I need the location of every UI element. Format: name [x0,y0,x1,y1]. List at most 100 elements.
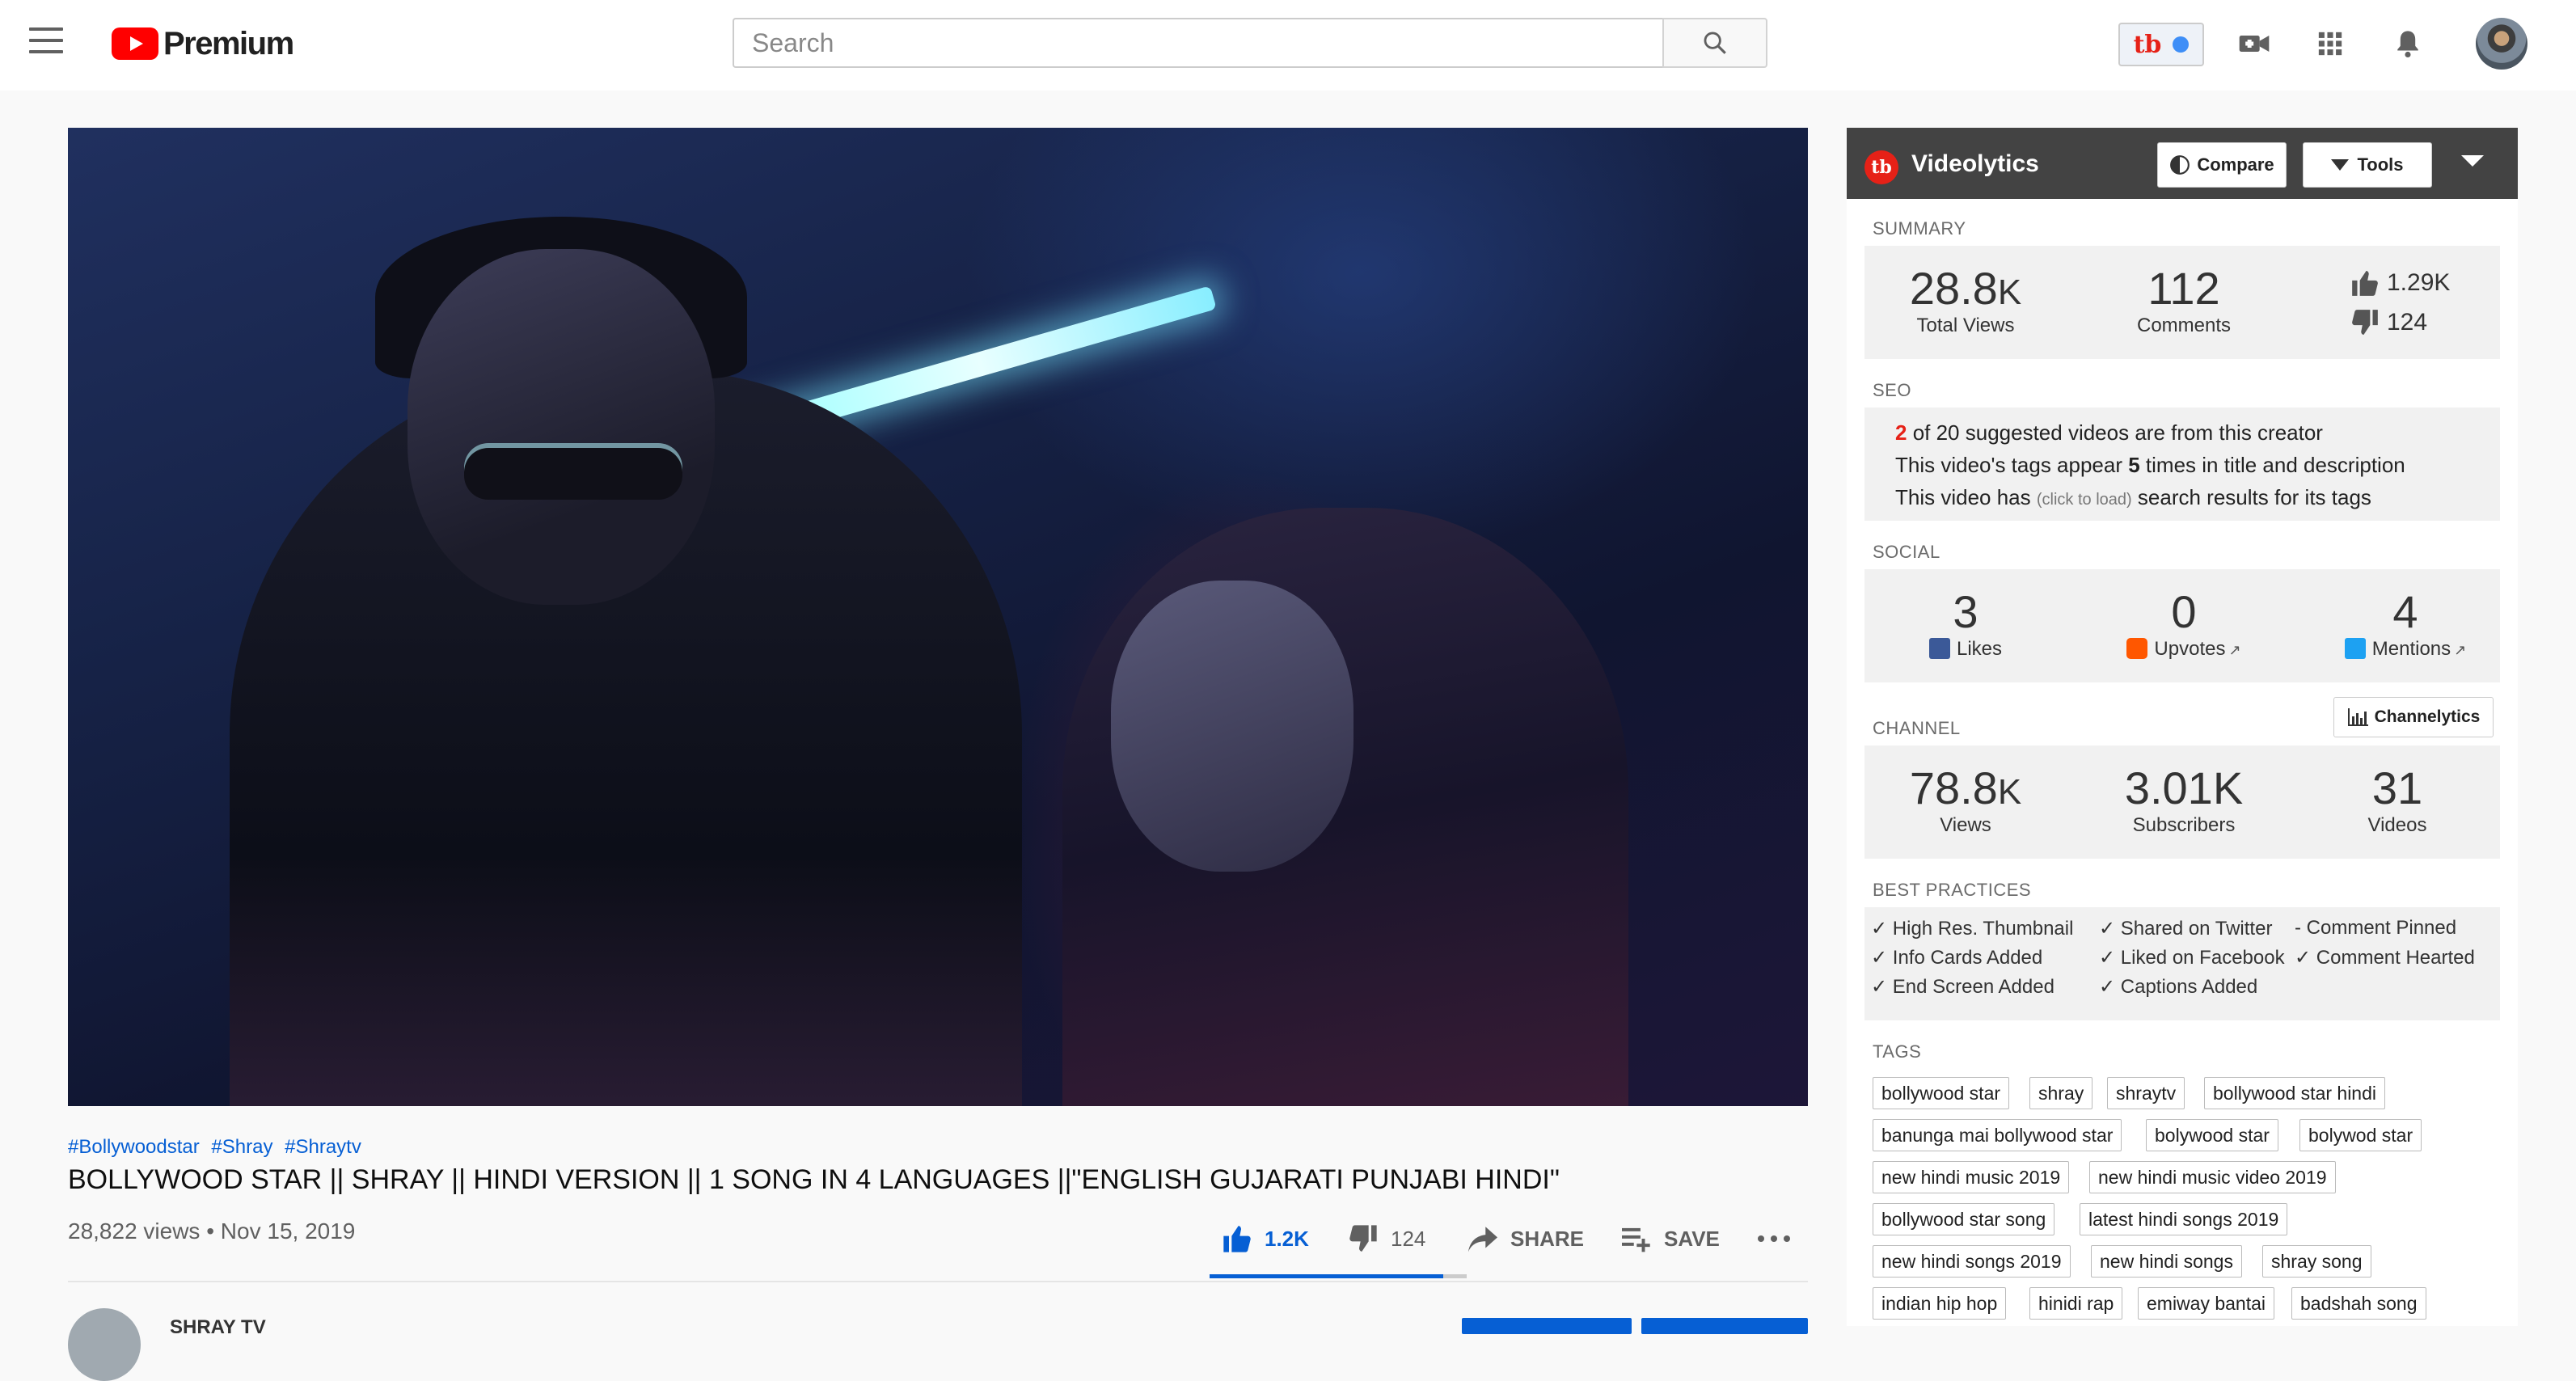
comments-stat: 112 Comments [2115,262,2253,337]
total-views-label: Total Views [1916,315,2015,336]
tag-chip[interactable]: indian hip hop [1873,1287,2007,1320]
tubebuddy-icon: tb [2133,30,2162,59]
apps-grid-icon[interactable] [2308,19,2353,68]
tag-chip[interactable]: emiway bantai [2138,1287,2275,1320]
like-button[interactable]: 1.2K [1221,1218,1309,1260]
video-count-stat: 31 Videos [2329,762,2466,837]
share-icon [1468,1227,1497,1252]
videolytics-title: Videolytics [1911,150,2039,177]
share-label: SHARE [1510,1226,1585,1251]
seo-tags-line: This video's tags appear 5 times in titl… [1895,453,2405,478]
twitter-icon [2344,638,2366,659]
tag-chip[interactable]: bolywod star [2299,1119,2422,1151]
best-practices-box: ✓ High Res. Thumbnail ✓ Info Cards Added… [1864,907,2500,1020]
hashtag-link[interactable]: #Shray [211,1136,272,1158]
twitter-mentions-stat[interactable]: 4 Mentions ↗ [2329,585,2482,661]
tag-chip[interactable]: shraytv [2107,1077,2185,1109]
tubebuddy-toggle[interactable]: tb [2118,23,2204,66]
practice-item: ✓ End Screen Added [1871,976,2054,998]
practice-item: ✓ Comment Hearted [2295,947,2475,969]
tag-chip[interactable]: badshah song [2291,1287,2426,1320]
dislike-count: 124 [1391,1226,1426,1251]
tools-label: Tools [2357,154,2404,175]
tag-chip[interactable]: new hindi music 2019 [1873,1161,2070,1193]
external-link-icon: ↗ [2454,642,2467,658]
seo-tags-post: times in title and description [2139,453,2405,477]
view-count-date: 28,822 views • Nov 15, 2019 [68,1218,356,1244]
tag-chip[interactable]: shray song [2262,1245,2371,1278]
masthead: Premium Search tb [0,0,2576,91]
video-count-value: 31 [2371,762,2423,813]
channel-avatar[interactable] [68,1308,141,1381]
practice-item: ✓ Shared on Twitter [2099,918,2273,940]
subscribers-label: Subscribers [2132,814,2236,836]
channel-views-stat: 78.8K Views [1897,762,2034,837]
tag-chip[interactable]: shray [2029,1077,2093,1109]
notifications-bell-icon[interactable] [2385,19,2430,68]
video-player[interactable] [68,128,1808,1106]
subscribe-button[interactable] [1641,1318,1808,1334]
tag-chip[interactable]: bollywood star song [1873,1203,2055,1235]
guide-menu-icon[interactable] [29,27,63,55]
divider [68,1281,1808,1282]
hashtag-list: #Bollywoodstar #Shray #Shraytv [68,1136,368,1159]
hashtag-link[interactable]: #Shraytv [285,1136,361,1158]
facebook-likes-label: Likes [1956,638,2003,660]
tag-chip[interactable]: banunga mai bollywood star [1873,1119,2122,1151]
videolytics-header: tb Videolytics Compare Tools [1847,128,2518,199]
compare-icon [2170,155,2190,175]
create-video-icon[interactable] [2232,19,2277,68]
tools-caret-icon [2331,159,2350,171]
tag-chip[interactable]: new hindi music video 2019 [2089,1161,2336,1193]
social-box: 3 Likes 0 Upvotes ↗ 4 Mentions ↗ [1864,569,2500,682]
video-count-label: Videos [2367,814,2427,836]
channel-name[interactable]: SHRAY TV [170,1316,266,1339]
seo-suggested-count: 2 [1895,420,1907,445]
tag-chip[interactable]: hinidi rap [2029,1287,2123,1320]
account-avatar[interactable] [2476,18,2527,70]
practice-item: ✓ Info Cards Added [1871,947,2043,969]
tag-chip[interactable]: latest hindi songs 2019 [2080,1203,2288,1235]
more-actions-icon[interactable] [1756,1218,1792,1260]
compare-button[interactable]: Compare [2157,142,2287,188]
channel-views-value: 78.8 [1909,762,1998,813]
tag-chip[interactable]: bolywood star [2146,1119,2278,1151]
best-practices-label: BEST PRACTICES [1873,880,2032,900]
channel-views-label: Views [1940,814,1991,836]
summary-dislikes: 124 [2387,309,2428,336]
tag-chip[interactable]: bollywood star hindi [2204,1077,2386,1109]
total-views-value: 28.8 [1909,263,1998,314]
facebook-likes-value: 3 [1953,586,1978,637]
share-button[interactable]: SHARE [1467,1218,1584,1260]
tag-chip[interactable]: bollywood star [1873,1077,2010,1109]
search-placeholder: Search [752,27,834,57]
click-to-load-link[interactable]: (click to load) [2037,491,2132,509]
hashtag-link[interactable]: #Bollywoodstar [68,1136,200,1158]
status-dot-icon [2173,36,2190,53]
save-button[interactable]: SAVE [1620,1218,1720,1260]
seo-suggested-line: 2 of 20 suggested videos are from this c… [1895,420,2323,446]
video-frame-head-left [408,249,715,605]
sentiment-bar-dislike [1443,1274,1467,1278]
search-input[interactable]: Search [733,18,1662,68]
tag-chip[interactable]: new hindi songs 2019 [1873,1245,2071,1278]
channel-box: 78.8K Views 3.01K Subscribers 31 Videos [1864,745,2500,859]
youtube-play-icon [112,27,158,60]
summary-likes: 1.29K [2387,269,2451,296]
practice-item: - Comment Pinned [2295,917,2457,939]
channel-views-unit: K [1997,772,2022,812]
channelytics-label: Channelytics [2374,707,2481,726]
youtube-premium-logo[interactable]: Premium [112,23,294,65]
twitter-mentions-value: 4 [2392,586,2418,637]
comments-label: Comments [2136,315,2232,336]
join-button[interactable] [1462,1318,1632,1334]
bar-chart-icon [2347,708,2368,726]
reddit-upvotes-stat[interactable]: 0 Upvotes ↗ [2115,585,2253,661]
tools-button[interactable]: Tools [2303,142,2432,188]
dislike-button[interactable]: 124 [1347,1218,1425,1260]
channelytics-button[interactable]: Channelytics [2333,697,2494,737]
search-button[interactable] [1662,18,1767,68]
collapse-caret-icon[interactable] [2461,155,2484,167]
seo-search-pre: This video has [1895,485,2037,509]
tag-chip[interactable]: new hindi songs [2091,1245,2242,1278]
